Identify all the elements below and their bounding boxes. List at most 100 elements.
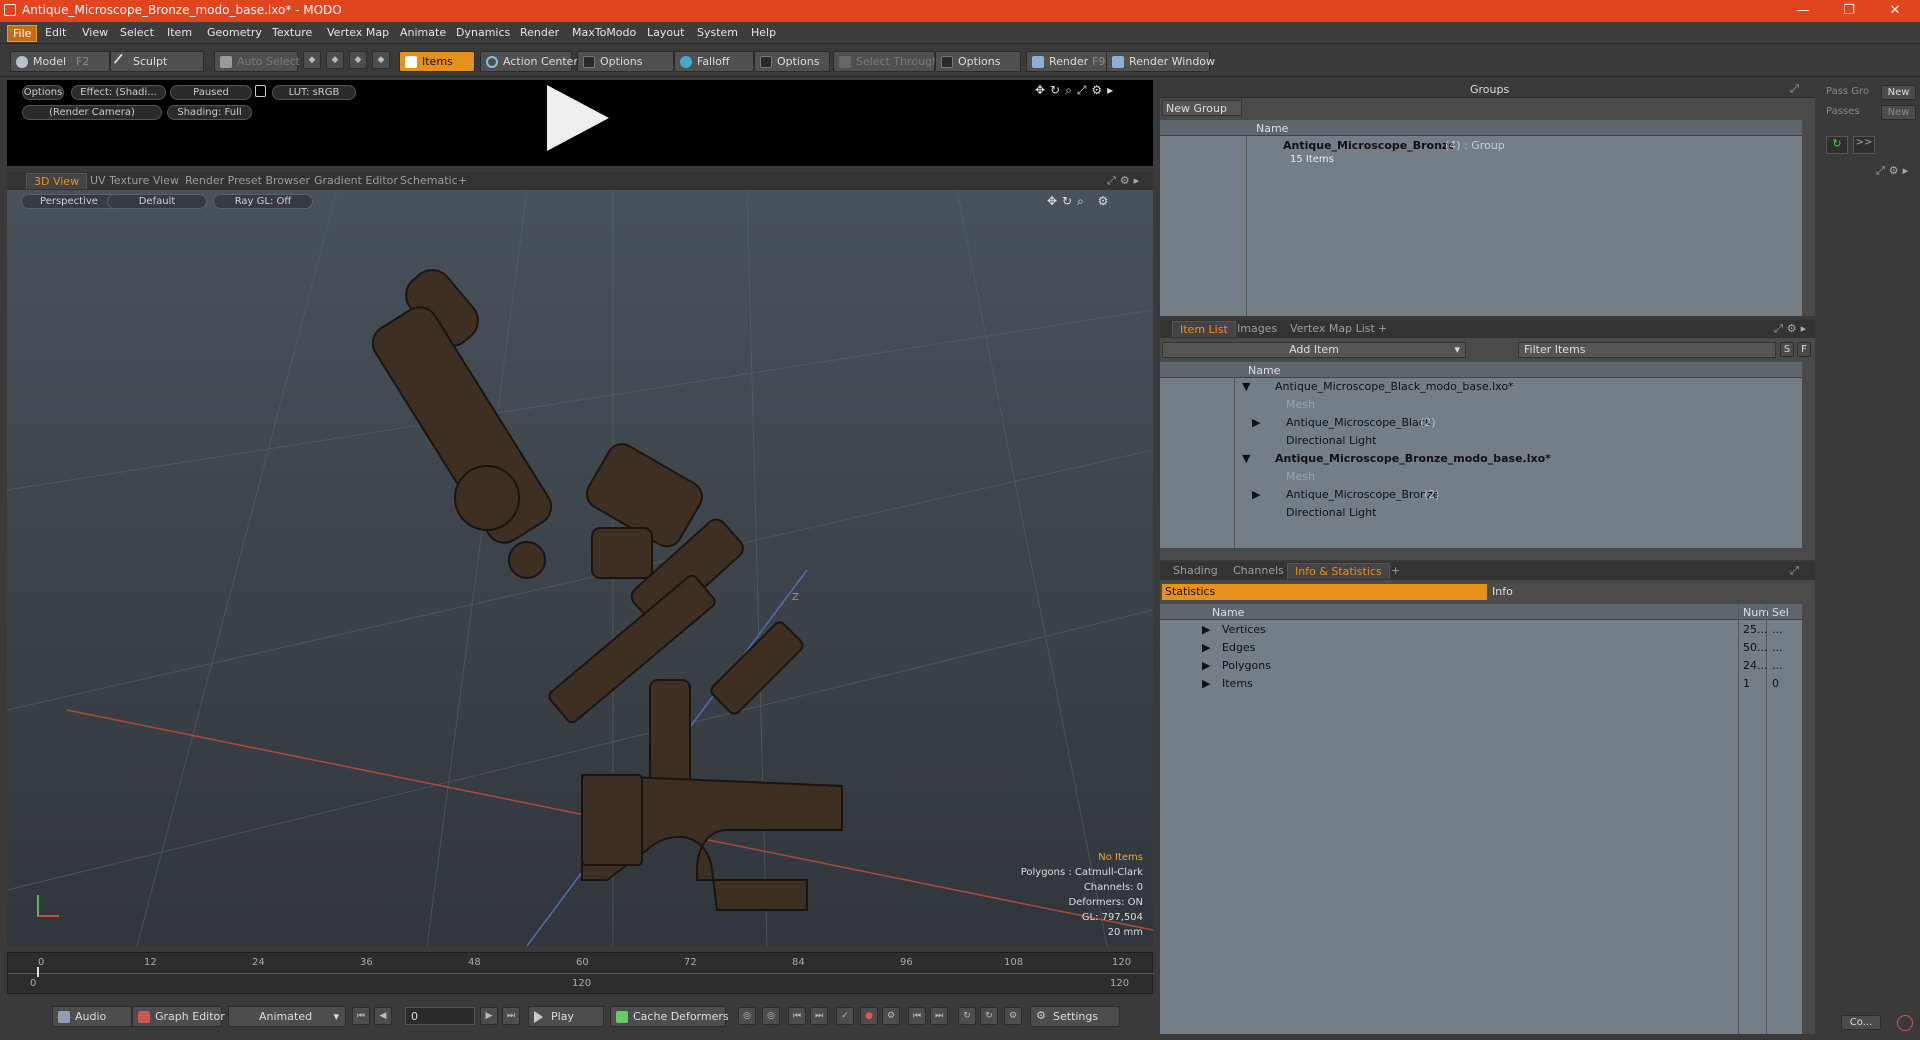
shading-dropdown[interactable]: Shading: Full [167,105,252,120]
prev-key-icon[interactable]: ⏮ [788,1007,806,1025]
menu-vertex-map[interactable]: Vertex Map [322,25,394,40]
falloff-options-button[interactable]: Options [754,51,830,72]
frame-input[interactable]: 0 [405,1007,475,1025]
new-pass-group-button[interactable]: New [1881,85,1916,100]
settings-button[interactable]: ⚙ Settings [1030,1006,1120,1027]
graph-editor-button[interactable]: Graph Editor [132,1006,225,1027]
polygons-mode-icon[interactable]: ◆ [349,51,367,69]
add-tab-button[interactable]: + [1371,321,1394,337]
menu-system[interactable]: System [692,25,743,40]
select-through-options-button[interactable]: Options [935,51,1021,72]
refresh-icon[interactable]: ↻ [1826,136,1848,154]
last-frame-icon[interactable]: ⏭ [502,1007,520,1025]
record-icon[interactable] [1897,1015,1913,1031]
menu-animate[interactable]: Animate [395,25,451,40]
menu-maxtomodo[interactable]: MaxToModo [567,25,641,40]
effect-dropdown[interactable]: Effect: (Shadi... [71,85,166,100]
filter-icon[interactable]: ⚙ [1004,1007,1022,1025]
menu-layout[interactable]: Layout [642,25,689,40]
viewport-panel-icons[interactable]: ⤢⚙▸ [1107,174,1143,188]
menu-geometry[interactable]: Geometry [202,25,267,40]
auto-key-icon[interactable]: ✓ [836,1007,854,1025]
tab-shading[interactable]: Shading [1166,563,1225,579]
tab-3d-view[interactable]: 3D View [26,173,88,189]
menu-view[interactable]: View [77,25,113,40]
first-frame-icon[interactable]: ⏮ [352,1007,370,1025]
raygl-toggle[interactable]: Ray GL: Off [213,194,313,209]
key-all-icon[interactable]: ◎ [762,1007,780,1025]
tab-channels[interactable]: Channels [1226,563,1291,579]
next-key-icon[interactable]: ⏭ [810,1007,828,1025]
next-key2-icon[interactable]: ⏭ [930,1007,948,1025]
key-options-icon[interactable]: ⚙ [882,1007,900,1025]
add-item-dropdown[interactable]: Add Item ▾ [1162,342,1466,358]
menu-edit[interactable]: Edit [40,25,71,40]
loop-icon[interactable]: ↻ [958,1007,976,1025]
tab-gradient-editor[interactable]: Gradient Editor [307,173,405,189]
tab-vertex-map-list[interactable]: Vertex Map List [1283,321,1382,337]
s-filter-button[interactable]: S [1780,342,1794,357]
tab-render-preset-browser[interactable]: Render Preset Browser [178,173,317,189]
action-center-button[interactable]: Action Center [480,51,578,72]
new-group-button[interactable]: New Group [1162,100,1242,116]
camera-dropdown[interactable]: (Render Camera) [22,105,162,120]
menu-file[interactable]: File [7,25,38,42]
falloff-button[interactable]: Falloff [674,51,754,72]
item-row[interactable]: ▶ Antique_Microscope_Bronze (2) [1160,486,1802,504]
tab-info-statistics[interactable]: Info & Statistics [1287,563,1390,579]
next-frame-icon[interactable]: ▶ [480,1007,498,1025]
scene-row-bronze[interactable]: ▼ Antique_Microscope_Bronze_modo_base.lxo… [1160,450,1802,468]
lock-icon[interactable] [255,85,266,97]
prev-frame-icon[interactable]: ◀ [374,1007,392,1025]
side-panel-icons[interactable]: ⤢⚙▸ [1876,164,1912,178]
sync-icon[interactable]: ↻ [980,1007,998,1025]
minimize-button[interactable]: — [1780,0,1826,22]
sculpt-mode-button[interactable]: Sculpt [110,51,204,72]
close-button[interactable]: ✕ [1872,0,1918,22]
expand-icon[interactable]: ⤢ [1790,82,1799,96]
info-tab-button[interactable]: Info [1487,584,1813,600]
stat-row-edges[interactable]: ▶ Edges 50...... [1160,639,1802,657]
auto-select-button[interactable]: Auto Select [214,51,300,72]
key-icon[interactable]: ◎ [738,1007,756,1025]
scene-row-black[interactable]: ▼ Antique_Microscope_Black_modo_base.lxo* [1160,378,1802,396]
cache-deformers-button[interactable]: Cache Deformers [610,1006,729,1027]
microscope-model[interactable] [366,262,843,911]
materials-mode-icon[interactable]: ◆ [372,51,390,69]
forward-icon[interactable]: >> [1853,136,1875,154]
vertices-mode-icon[interactable]: ◆ [303,51,321,69]
edges-mode-icon[interactable]: ◆ [326,51,344,69]
maximize-button[interactable]: ❐ [1826,0,1872,22]
menu-render[interactable]: Render [515,25,564,40]
shading-style-dropdown[interactable]: Default [107,194,207,209]
audio-button[interactable]: Audio [52,1006,132,1027]
play-button[interactable]: Play [528,1006,604,1027]
light-row[interactable]: Directional Light [1160,432,1802,450]
group-row[interactable]: Antique_Microscope_Bronze (4) : Group [1160,137,1802,155]
new-pass-button[interactable]: New [1881,105,1916,120]
menu-help[interactable]: Help [746,25,781,40]
render-window-button[interactable]: Render Window [1106,51,1215,72]
perspective-dropdown[interactable]: Perspective [21,194,117,209]
co-button[interactable]: Co... [1841,1015,1881,1030]
viewport-nav-icons[interactable]: ✥↻⌕ ⚙ [1047,194,1113,209]
stat-row-items[interactable]: ▶ Items 1 0 [1160,675,1802,693]
expand-icon[interactable]: ⤢ [1790,564,1799,578]
model-mode-button[interactable]: Model F2 [10,51,110,72]
preview-nav-icons[interactable]: ✥↻⌕⤢⚙▸ [1035,83,1118,98]
f-filter-button[interactable]: F [1797,342,1811,357]
animated-dropdown[interactable]: Animated ▾ [228,1006,346,1027]
menu-texture[interactable]: Texture [267,25,317,40]
paused-button[interactable]: Paused [170,85,252,100]
tab-item-list[interactable]: Item List [1172,321,1236,337]
lut-dropdown[interactable]: LUT: sRGB [272,85,356,100]
light-row[interactable]: Directional Light [1160,504,1802,522]
render-button[interactable]: Render F9 [1026,51,1108,72]
stat-row-vertices[interactable]: ▶ Vertices 25...... [1160,621,1802,639]
mesh-row[interactable]: Mesh [1160,468,1802,486]
tab-images[interactable]: Images [1230,321,1284,337]
record-icon[interactable]: ● [860,1007,878,1025]
add-tab-button[interactable]: + [1384,563,1407,579]
prev-key2-icon[interactable]: ⏮ [908,1007,926,1025]
filter-items-input[interactable]: Filter Items [1518,342,1776,358]
